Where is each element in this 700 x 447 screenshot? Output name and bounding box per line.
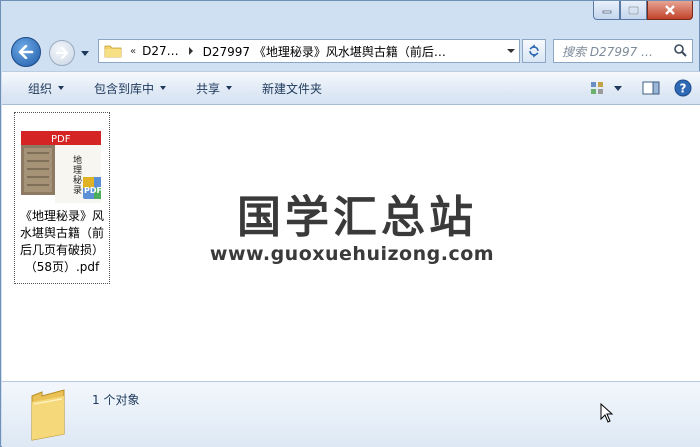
pdf-badge-label: PDF [84, 186, 101, 195]
chevron-down-icon [81, 50, 89, 56]
new-folder-label: 新建文件夹 [262, 81, 323, 96]
refresh-button[interactable] [522, 39, 546, 63]
file-item[interactable]: PDF 地 理 秘 录 PDF 《地理秘录》风水堪舆古籍（前后几页有破损）（58… [14, 112, 110, 284]
breadcrumb-segment[interactable]: D27… [142, 44, 179, 58]
share-menu[interactable]: 共享 [188, 72, 240, 104]
recent-pages-button[interactable] [79, 47, 91, 59]
search-input[interactable]: 搜索 D27997 … [562, 43, 672, 60]
new-folder-button[interactable]: 新建文件夹 [254, 72, 330, 104]
share-label: 共享 [196, 81, 221, 96]
svg-text:地: 地 [73, 154, 82, 166]
command-bar: 组织 包含到库中 共享 新建文件夹 ? [2, 71, 700, 105]
include-in-library-menu[interactable]: 包含到库中 [86, 72, 174, 104]
back-arrow-icon [18, 45, 34, 59]
file-list-area[interactable]: PDF 地 理 秘 录 PDF 《地理秘录》风水堪舆古籍（前后几页有破损）（58… [2, 105, 700, 381]
chevron-down-icon [160, 86, 167, 90]
back-button[interactable] [11, 37, 41, 67]
preview-pane-icon[interactable] [642, 81, 660, 95]
maximize-button[interactable] [620, 1, 647, 20]
breadcrumb-separator-icon[interactable] [188, 47, 193, 55]
help-icon[interactable]: ? [674, 79, 692, 97]
refresh-icon [529, 44, 539, 58]
explorer-window: « D27… D27997 《地理秘录》风水堪舆古籍（前后… 搜索 D27997… [0, 0, 700, 447]
folder-icon [31, 389, 65, 441]
organize-label: 组织 [28, 81, 53, 96]
chevron-down-icon [226, 86, 233, 90]
view-options-icon[interactable] [590, 81, 604, 95]
address-bar[interactable]: « D27… D27997 《地理秘录》风水堪舆古籍（前后… [98, 39, 520, 63]
folder-icon [104, 45, 122, 58]
search-icon[interactable] [672, 43, 688, 59]
window-controls [593, 1, 693, 22]
svg-text:秘: 秘 [73, 174, 82, 186]
minimize-button[interactable] [593, 1, 620, 20]
include-in-library-label: 包含到库中 [94, 81, 155, 96]
details-pane: 1 个对象 [2, 381, 700, 447]
breadcrumb-current[interactable]: D27997 《地理秘录》风水堪舆古籍（前后… [203, 43, 446, 60]
address-dropdown-icon[interactable] [507, 49, 515, 53]
pdf-thumbnail-icon: PDF 地 理 秘 录 PDF [21, 131, 101, 203]
breadcrumb-overflow[interactable]: « [130, 46, 136, 57]
close-button[interactable] [647, 1, 693, 20]
chevron-down-icon [58, 86, 65, 90]
close-icon [665, 5, 675, 15]
navigation-bar: « D27… D27997 《地理秘录》风水堪舆古籍（前后… 搜索 D27997… [1, 35, 700, 67]
svg-text:理: 理 [73, 165, 82, 176]
svg-text:录: 录 [73, 185, 82, 196]
chevron-down-icon[interactable] [614, 85, 622, 91]
forward-arrow-icon [55, 47, 69, 59]
minimize-icon [602, 10, 611, 14]
file-name[interactable]: 《地理秘录》风水堪舆古籍（前后几页有破损）（58页）.pdf [15, 208, 109, 276]
svg-text:?: ? [680, 82, 687, 96]
organize-menu[interactable]: 组织 [20, 72, 72, 104]
mouse-cursor-icon [600, 403, 614, 423]
watermark-title: 国学汇总站 [237, 192, 477, 243]
maximize-icon [628, 5, 639, 15]
thumb-pdf-label: PDF [51, 134, 71, 145]
search-box[interactable]: 搜索 D27997 … [553, 39, 693, 63]
forward-button[interactable] [49, 40, 75, 66]
view-controls: ? [590, 72, 692, 104]
status-item-count: 1 个对象 [92, 393, 140, 407]
watermark-url: www.guoxuehuizong.com [209, 243, 495, 265]
